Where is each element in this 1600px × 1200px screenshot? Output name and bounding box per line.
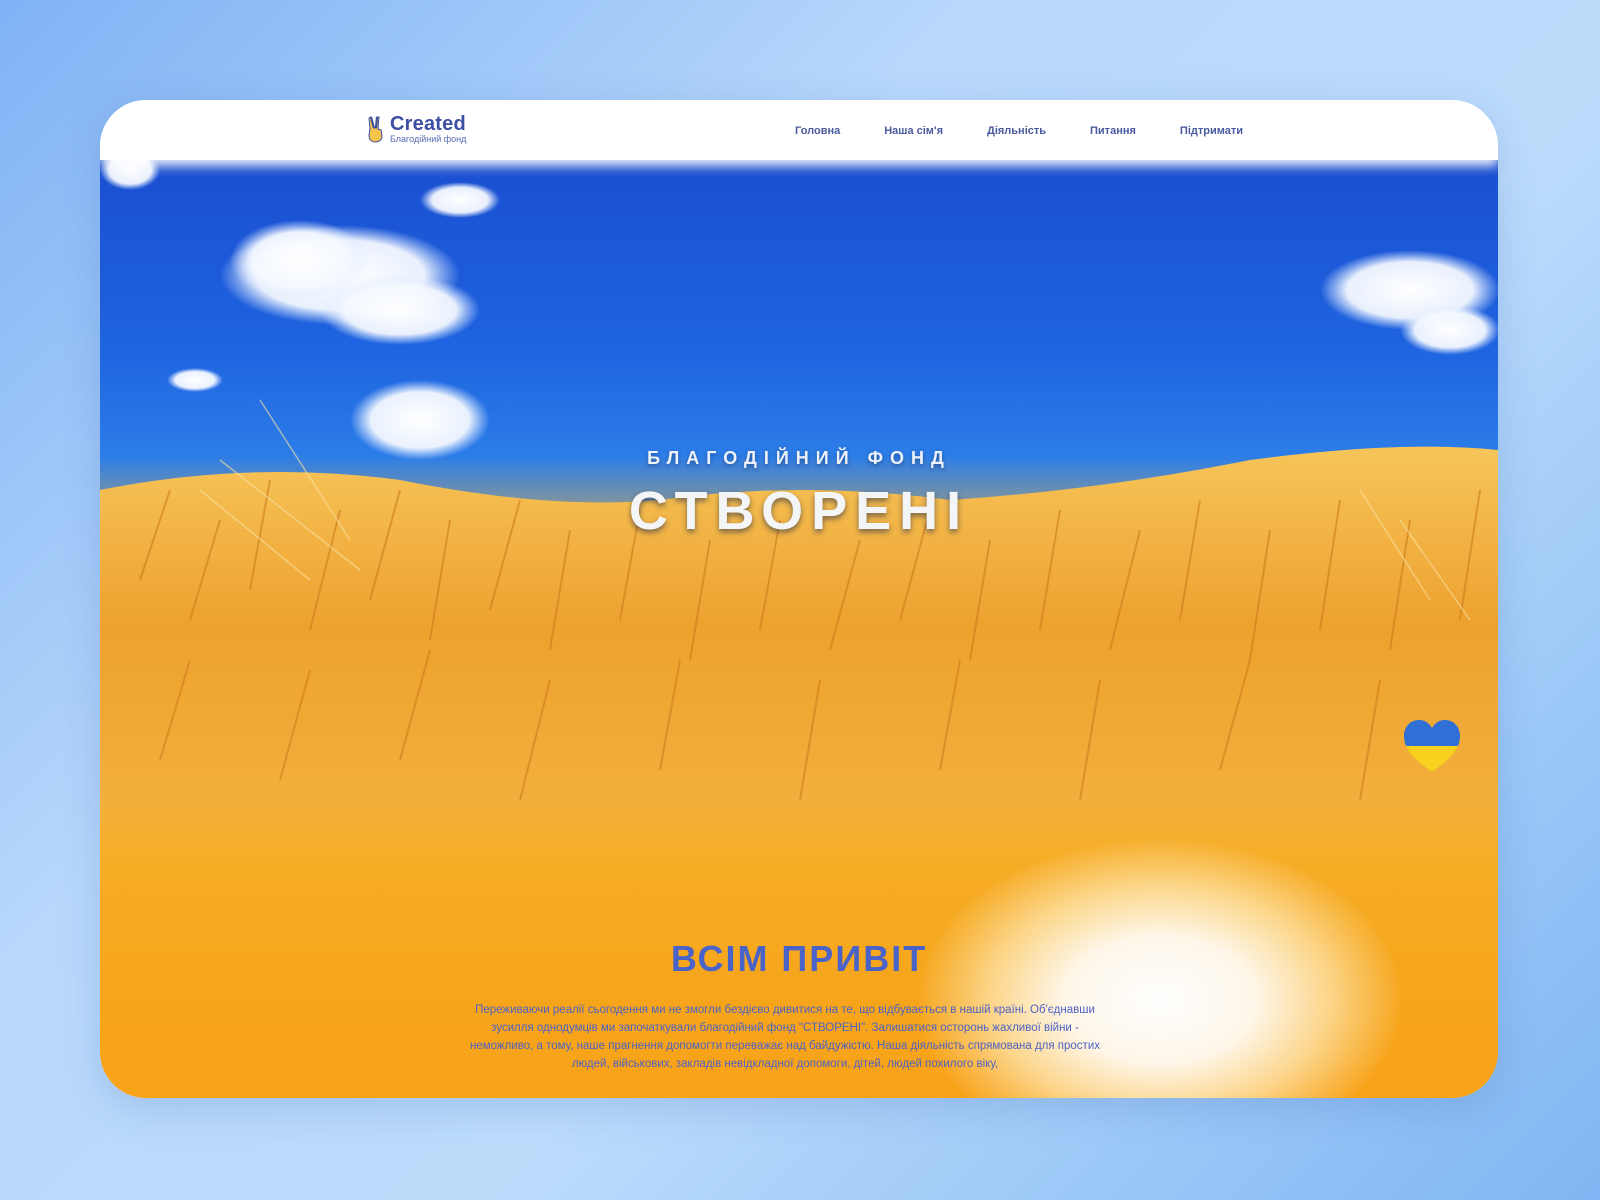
hero-title: СТВОРЕНІ <box>628 481 970 541</box>
nav-item-faq[interactable]: Питання <box>1090 125 1136 137</box>
hero-banner: БЛАГОДІЙНИЙ ФОНД СТВОРЕНІ <box>100 160 1498 900</box>
logo[interactable]: Created Благодійний фонд <box>365 114 466 144</box>
main-nav: Головна Наша сім'я Діяльність Питання Пі… <box>795 125 1243 137</box>
nav-item-home[interactable]: Головна <box>795 125 840 137</box>
nav-item-support[interactable]: Підтримати <box>1180 125 1243 137</box>
hero-kicker: БЛАГОДІЙНИЙ ФОНД <box>647 448 951 468</box>
logo-title: Created <box>390 113 466 135</box>
logo-tagline: Благодійний фонд <box>390 134 467 144</box>
nav-item-activity[interactable]: Діяльність <box>987 125 1046 137</box>
intro-text: Переживаючи реалії сьогодення ми не змог… <box>470 1004 1100 1070</box>
intro-title: ВСІМ ПРИВІТ <box>670 938 928 979</box>
navbar: Created Благодійний фонд Головна Наша сі… <box>100 100 1498 160</box>
peace-hand-icon <box>368 116 383 143</box>
nav-item-family[interactable]: Наша сім'я <box>884 125 943 137</box>
browser-frame: Created Благодійний фонд Головна Наша сі… <box>100 100 1498 1098</box>
ukraine-heart-icon[interactable] <box>1402 716 1462 776</box>
